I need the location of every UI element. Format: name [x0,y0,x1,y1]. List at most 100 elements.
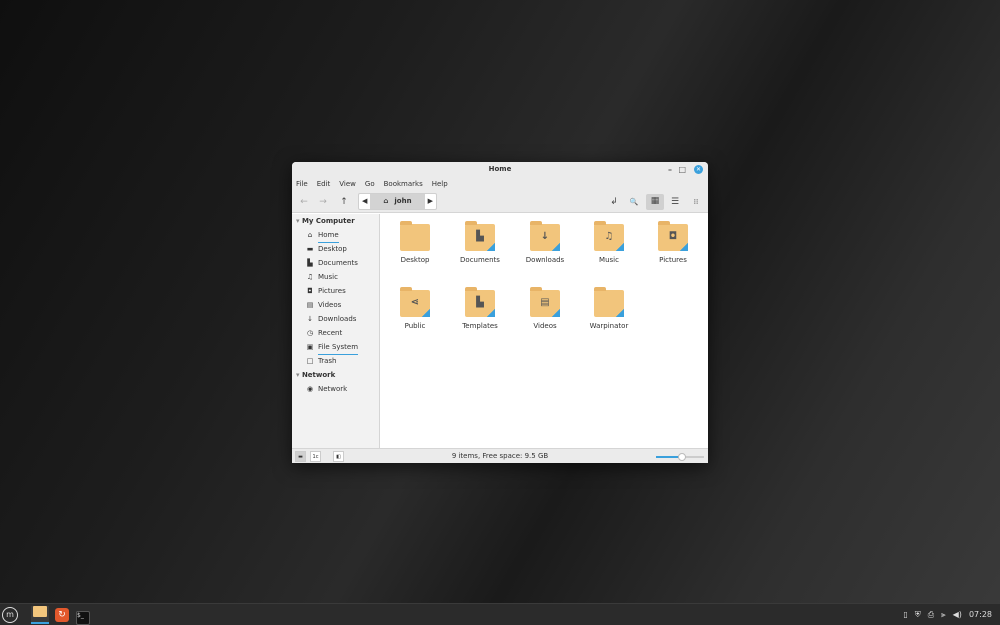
zoom-slider[interactable] [656,453,704,461]
section-title: My Computer [301,217,355,225]
menu-bookmarks[interactable]: Bookmarks [384,177,423,191]
printer-icon[interactable]: ⎙ [928,604,934,625]
documents-icon: ▙ [307,259,313,267]
file-item-public[interactable]: ⋖ Public [383,287,447,330]
home-icon: ⌂ [383,197,389,205]
sidebar-item-network[interactable]: ◉ Network [292,382,379,396]
folder-icon [594,287,624,317]
sidebar-section-header[interactable]: ▾ My Computer [292,214,379,228]
network-icon: ◉ [306,385,314,393]
home-icon: ⌂ [307,231,313,239]
shield-icon[interactable]: ⛨ [915,604,921,625]
close-button[interactable]: ✕ [694,165,703,174]
forward-button[interactable]: → [315,195,331,209]
back-button[interactable]: ← [296,195,312,209]
sidebar-item-trash[interactable]: □ Trash [292,354,379,368]
software-manager-button[interactable]: ↻ [53,606,71,624]
menu-go[interactable]: Go [365,177,375,191]
downloads-icon: ↓ [307,315,313,323]
files-app-button[interactable] [31,606,49,624]
sidebar-item-file-system[interactable]: ▣ File System [292,340,379,355]
menu-edit[interactable]: Edit [317,177,331,191]
places-button[interactable]: ▬ [295,451,306,462]
up-button[interactable]: ↑ [336,195,352,209]
folder-icon: ▙ [465,287,495,317]
folder-icon: ⋖ [400,287,430,317]
file-name: Pictures [659,256,687,264]
file-name: Videos [533,322,557,330]
minimize-button[interactable]: – [668,162,672,177]
maximize-button[interactable]: □ [678,162,686,177]
recent-icon: ◷ [306,329,314,337]
icon-view-button[interactable]: ▦ [646,194,664,210]
sidebar-item-label: Videos [318,301,342,309]
sidebar-item-label: File System [318,340,359,355]
menu-view[interactable]: View [339,177,356,191]
file-item-music[interactable]: ♫ Music [577,221,641,264]
folder-icon [400,221,430,251]
sidebar-item-recent[interactable]: ◷ Recent [292,326,379,340]
file-name: Templates [462,322,498,330]
crumb-right-button[interactable]: ▶ [425,194,436,209]
terminal-icon: $_ [76,611,90,625]
sidebar-item-label: Documents [318,259,358,267]
sidebar-item-documents[interactable]: ▙ Documents [292,256,379,270]
taskbar: m ↻ $_ ▯ ⛨ ⎙ ⫸ ◀) 07:28 [0,603,1000,625]
system-tray: ▯ ⛨ ⎙ ⫸ ◀) 07:28 [903,604,992,625]
sidebar-item-videos[interactable]: ▤ Videos [292,298,379,312]
title-bar[interactable]: Home – □ ✕ [292,162,708,177]
window-title: Home [488,165,512,173]
network-icon[interactable]: ⫸ [941,604,946,625]
folder-icon: ▙ [465,221,495,251]
file-item-documents[interactable]: ▙ Documents [448,221,512,264]
sidebar-section-header[interactable]: ▾ Network [292,368,379,382]
notes-icon[interactable]: ▯ [903,604,907,625]
sidebar-item-home[interactable]: ⌂ Home [292,228,379,243]
terminal-button[interactable]: $_ [74,606,92,625]
sidebar: ▾ My Computer ⌂ Home ▬ Desktop ▙ Documents ♫ Mus… [292,214,380,449]
sidebar-item-label: Network [318,385,348,393]
file-name: Documents [460,256,500,264]
section-title: Network [301,371,336,379]
sidebar-item-label: Desktop [318,245,347,253]
pictures-icon: ◘ [307,287,313,295]
menu-help[interactable]: Help [432,177,448,191]
file-item-desktop[interactable]: Desktop [383,221,447,264]
menu-file[interactable]: File [296,177,308,191]
sidebar-item-pictures[interactable]: ◘ Pictures [292,284,379,298]
folder-icon [33,606,47,617]
sidebar-item-label: Home [318,228,339,243]
folder-icon: ◘ [658,221,688,251]
sidebar-item-label: Pictures [318,287,346,295]
volume-icon[interactable]: ◀) [953,604,962,625]
file-item-videos[interactable]: ▤ Videos [513,287,577,330]
file-view: Desktop ▙ Documents ↓ Downloads ♫ Music … [381,214,708,449]
tree-button[interactable]: 1c [310,451,321,462]
compact-view-button[interactable]: ⁞⁞ [688,195,704,209]
folder-icon: ↓ [530,221,560,251]
search-button[interactable]: 🔍 [626,195,642,209]
toggle-location-button[interactable]: ↲ [606,195,622,209]
sidebar-item-label: Downloads [318,315,357,323]
list-view-button[interactable]: ☰ [667,195,683,209]
toggle-sidebar-button[interactable]: ◧ [333,451,344,462]
file-item-pictures[interactable]: ◘ Pictures [641,221,705,264]
mint-menu-button[interactable]: m [2,607,18,623]
crumb-left-button[interactable]: ◀ [359,194,370,209]
crumb-home[interactable]: ⌂ john [370,194,425,209]
trash-icon: □ [306,357,314,365]
file-name: Public [404,322,426,330]
file-item-downloads[interactable]: ↓ Downloads [513,221,577,264]
sidebar-item-desktop[interactable]: ▬ Desktop [292,242,379,256]
file-item-warpinator[interactable]: Warpinator [577,287,641,330]
sidebar-item-downloads[interactable]: ↓ Downloads [292,312,379,326]
file-item-templates[interactable]: ▙ Templates [448,287,512,330]
sidebar-item-music[interactable]: ♫ Music [292,270,379,284]
file-name: Music [599,256,619,264]
clock[interactable]: 07:28 [969,604,992,625]
crumb-label: john [394,197,412,205]
desktop-icon: ▬ [306,245,314,253]
file-system-icon: ▣ [306,343,314,351]
file-name: Warpinator [589,322,629,330]
sidebar-item-label: Music [318,273,338,281]
